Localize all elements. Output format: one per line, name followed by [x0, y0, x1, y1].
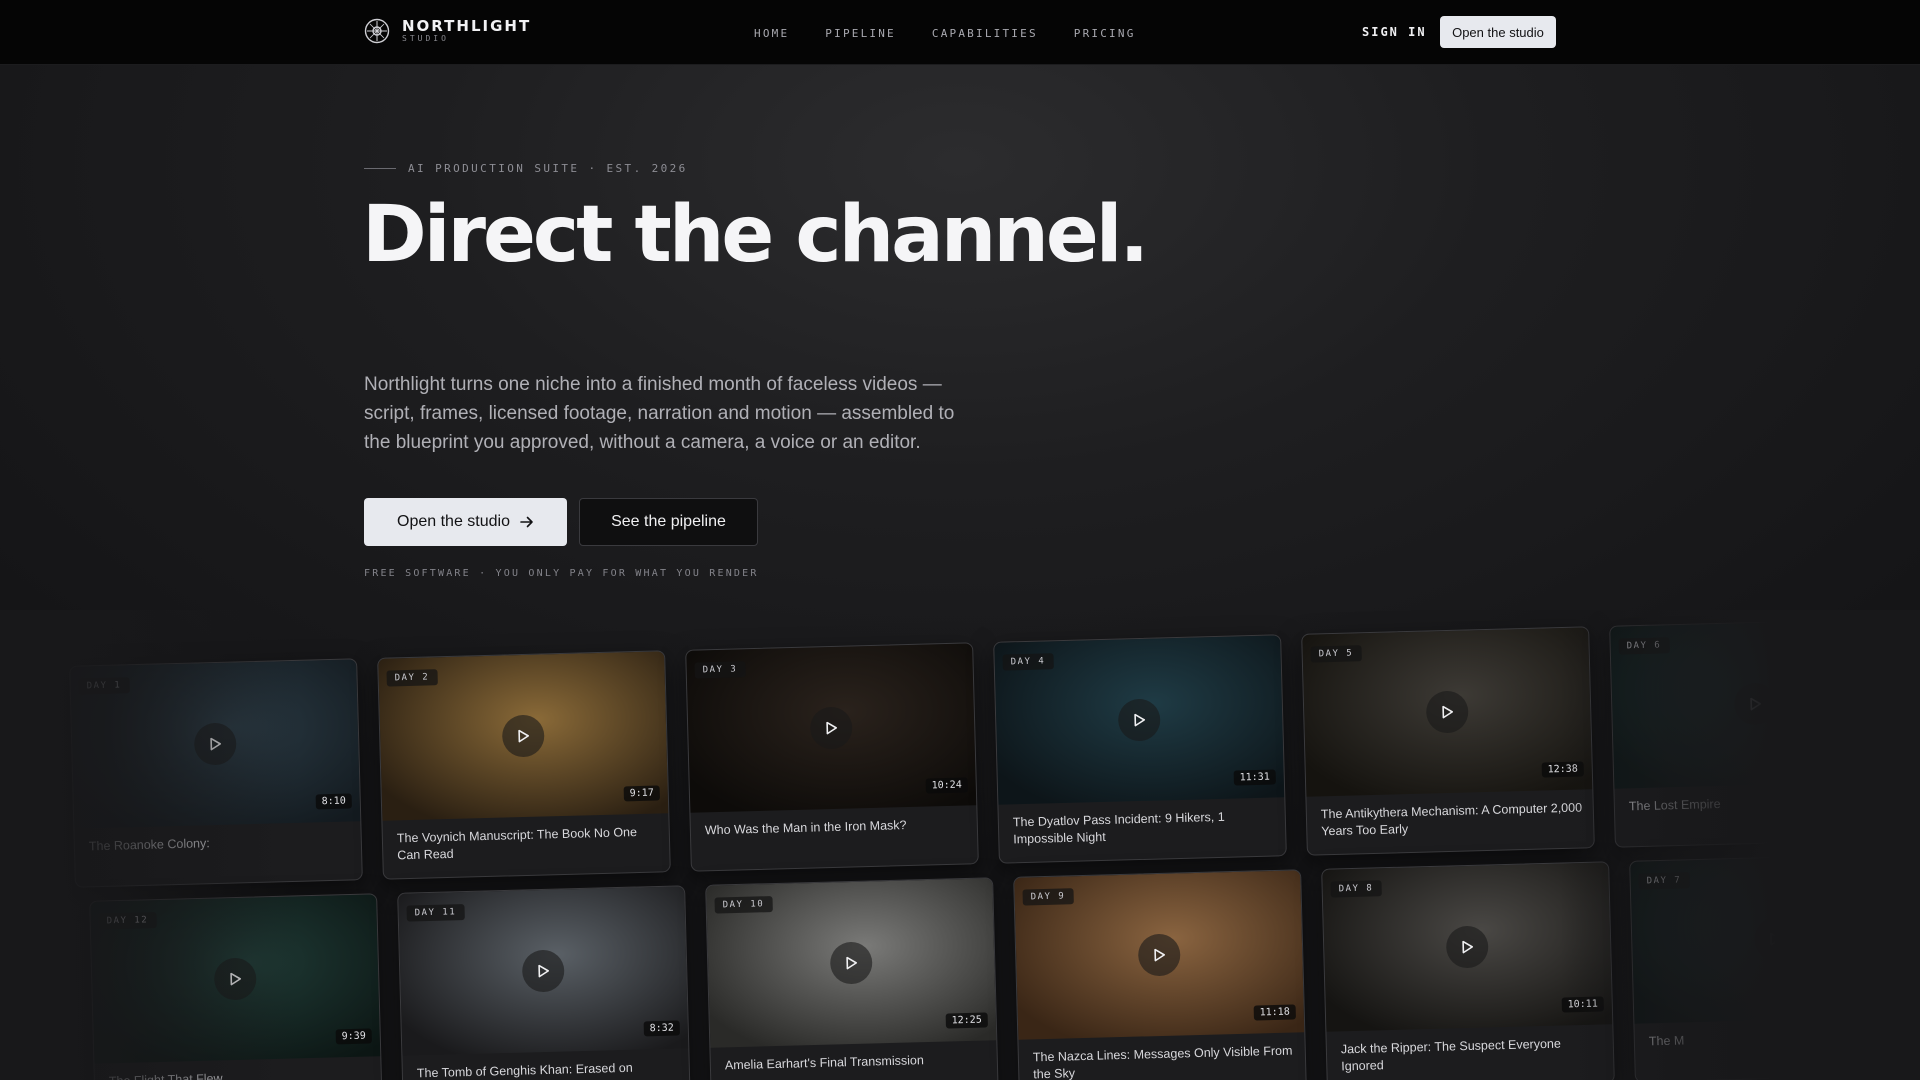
video-title: The Lost Empire [1628, 796, 1721, 814]
play-icon [1154, 948, 1166, 962]
video-card[interactable]: DAY 9 11:18 The Nazca Lines: Messages Only… [1013, 869, 1307, 1080]
video-title: The Voynich Manuscript: The Book No One … [396, 825, 638, 863]
play-icon [826, 721, 838, 735]
play-icon [210, 737, 222, 751]
video-card[interactable]: DAY 7 The M [1629, 853, 1920, 1080]
video-duration: 11:31 [1233, 769, 1276, 786]
nav-link-pipeline[interactable]: PIPELINE [825, 27, 896, 40]
eyebrow: AI PRODUCTION SUITE · EST. 2026 [364, 162, 688, 175]
open-studio-button[interactable]: Open the studio [364, 498, 567, 546]
video-duration: 8:32 [643, 1020, 680, 1037]
play-icon [538, 964, 550, 978]
video-title: Who Was the Man in the Iron Mask? [704, 818, 907, 838]
nav-open-studio-button[interactable]: Open the studio [1440, 16, 1556, 48]
play-icon [1770, 932, 1782, 946]
nav-link-pricing[interactable]: PRICING [1074, 27, 1136, 40]
play-icon [1134, 713, 1146, 727]
video-title: The Tomb of Genghis Khan: Erased on Purp… [416, 1060, 633, 1080]
video-title: The Nazca Lines: Messages Only Visible F… [1032, 1043, 1293, 1080]
play-icon [1750, 697, 1762, 711]
see-pipeline-button[interactable]: See the pipeline [579, 498, 758, 546]
day-badge: DAY 6 [1618, 637, 1670, 655]
video-title: The Dyatlov Pass Incident: 9 Hikers, 1 I… [1012, 809, 1225, 847]
video-title: Jack the Ripper: The Suspect Everyone Ig… [1340, 1036, 1562, 1074]
day-badge: DAY 10 [714, 896, 773, 914]
video-duration: 12:25 [945, 1012, 988, 1029]
video-title: The Antikythera Mechanism: A Computer 2,… [1320, 800, 1583, 839]
video-duration: 8:10 [315, 793, 352, 810]
play-icon [1442, 705, 1454, 719]
arrow-right-icon [520, 516, 533, 528]
video-title: The Flight That Flew [108, 1071, 223, 1080]
video-card[interactable]: DAY 4 11:31 The Dyatlov Pass Incident: 9 H… [993, 634, 1287, 864]
video-card[interactable]: DAY 6 The Lost Empire [1609, 618, 1903, 848]
open-studio-label: Open the studio [397, 513, 510, 530]
day-badge: DAY 3 [694, 661, 746, 679]
logo-icon [364, 18, 390, 44]
day-badge: DAY 12 [98, 912, 157, 930]
video-card[interactable]: DAY 3 10:24 Who Was the Man in the Iron Ma… [685, 642, 979, 872]
video-title: Amelia Earhart's Final Transmission [724, 1053, 924, 1073]
hero-lede: Northlight turns one niche into a finish… [364, 374, 955, 453]
top-nav: NORTHLIGHT STUDIO HOME PIPELINE CAPABILI… [0, 0, 1920, 65]
video-card[interactable]: DAY 10 12:25 Amelia Earhart's Final Transm… [705, 877, 999, 1080]
nav-links: HOME PIPELINE CAPABILITIES PRICING [754, 27, 1136, 40]
brand-subtitle: STUDIO [402, 34, 449, 43]
hero-headline: Direct the channel. [362, 190, 1149, 280]
sign-in-link[interactable]: SIGN IN [1362, 25, 1427, 39]
play-icon [518, 729, 530, 743]
video-duration: 9:39 [335, 1028, 372, 1045]
video-duration: 11:18 [1253, 1004, 1296, 1021]
video-title: The Roanoke Colony: [88, 836, 210, 854]
video-card[interactable]: DAY 8 10:11 Jack the Ripper: The Suspect E… [1321, 861, 1615, 1080]
video-duration: 10:11 [1561, 996, 1604, 1013]
nav-link-home[interactable]: HOME [754, 27, 789, 40]
video-card[interactable]: DAY 5 12:38 The Antikythera Mechanism: A C… [1301, 626, 1595, 856]
video-duration: 9:17 [623, 785, 660, 802]
video-title: The M [1648, 1033, 1685, 1049]
video-card[interactable]: DAY 11 8:32 The Tomb of Genghis Khan: Eras… [397, 885, 691, 1080]
day-badge: DAY 1 [78, 677, 130, 695]
eyebrow-rule [364, 168, 396, 169]
day-badge: DAY 8 [1330, 880, 1382, 898]
day-badge: DAY 5 [1310, 645, 1362, 663]
nav-link-capabilities[interactable]: CAPABILITIES [932, 27, 1038, 40]
day-badge: DAY 2 [386, 669, 438, 687]
brand[interactable]: NORTHLIGHT STUDIO [364, 18, 531, 44]
video-gallery: DAY 1 8:10 The Roanoke Colony: DAY 2 9:17 The… [0, 610, 1920, 1080]
eyebrow-text: AI PRODUCTION SUITE · EST. 2026 [408, 162, 688, 175]
brand-name: NORTHLIGHT [402, 17, 532, 35]
video-card[interactable]: DAY 12 9:39 The Flight That Flew [89, 893, 383, 1080]
day-badge: DAY 4 [1002, 653, 1054, 671]
play-icon [1462, 940, 1474, 954]
play-icon [230, 972, 242, 986]
play-icon [846, 956, 858, 970]
day-badge: DAY 9 [1022, 888, 1074, 906]
day-badge: DAY 11 [406, 904, 465, 922]
pricing-note: FREE SOFTWARE · YOU ONLY PAY FOR WHAT YO… [364, 568, 759, 579]
video-card[interactable]: DAY 1 8:10 The Roanoke Colony: [69, 658, 363, 888]
video-card[interactable]: DAY 2 9:17 The Voynich Manuscript: The Boo… [377, 650, 671, 880]
video-duration: 10:24 [925, 777, 968, 794]
day-badge: DAY 7 [1638, 872, 1690, 890]
video-duration: 12:38 [1541, 761, 1584, 778]
